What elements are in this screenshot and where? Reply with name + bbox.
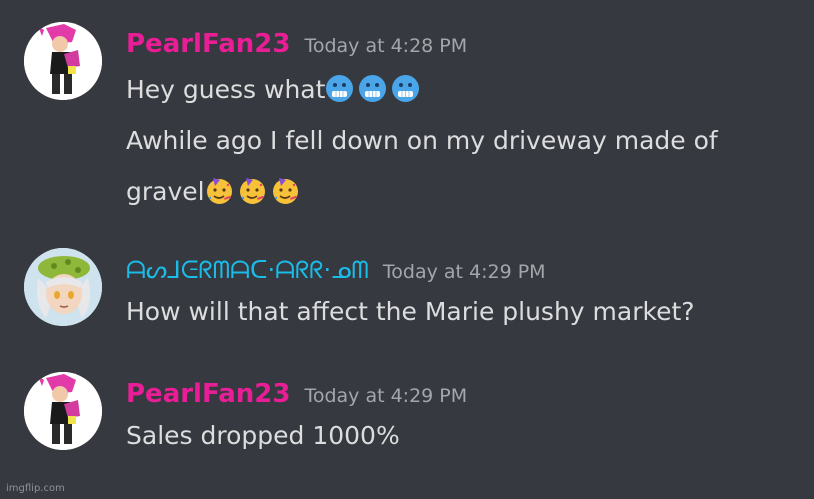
message-line: Awhile ago I fell down on my driveway ma… xyxy=(126,125,718,157)
user-avatar-marie[interactable] xyxy=(24,248,102,326)
cold-face-emoji xyxy=(358,74,387,103)
message-line: gravel xyxy=(126,176,304,208)
username[interactable]: ᗩᔕ⅃ᕮᖇᗰᗩᑕ·ᗩᖇᖇ·ᓄᗰ xyxy=(126,254,369,286)
partying-face-emoji xyxy=(205,176,234,205)
message-text: Awhile ago I fell down on my driveway ma… xyxy=(126,126,718,155)
message-header: ᗩᔕ⅃ᕮᖇᗰᗩᑕ·ᗩᖇᖇ·ᓄᗰ Today at 4:29 PM xyxy=(126,254,546,288)
user-avatar-pearlfan23[interactable] xyxy=(24,372,102,450)
message-text: How will that affect the Marie plushy ma… xyxy=(126,297,695,326)
timestamp: Today at 4:29 PM xyxy=(304,385,468,407)
username[interactable]: PearlFan23 xyxy=(126,378,290,410)
message-line: Sales dropped 1000% xyxy=(126,420,400,452)
timestamp: Today at 4:28 PM xyxy=(304,35,468,57)
message-line: How will that affect the Marie plushy ma… xyxy=(126,296,695,328)
message-header: PearlFan23 Today at 4:29 PM xyxy=(126,378,467,412)
partying-face-emoji xyxy=(238,176,267,205)
chat-messages: PearlFan23 Today at 4:28 PM Hey guess wh… xyxy=(0,0,814,499)
message-text: Sales dropped 1000% xyxy=(126,421,400,450)
message-text: gravel xyxy=(126,177,205,206)
partying-face-emoji xyxy=(271,176,300,205)
watermark: imgflip.com xyxy=(6,483,65,494)
cold-face-emoji xyxy=(391,74,420,103)
cold-face-emoji xyxy=(325,74,354,103)
username[interactable]: PearlFan23 xyxy=(126,28,290,60)
message-line: Hey guess what xyxy=(126,74,424,106)
user-avatar-pearlfan23[interactable] xyxy=(24,22,102,100)
message-header: PearlFan23 Today at 4:28 PM xyxy=(126,28,467,62)
timestamp: Today at 4:29 PM xyxy=(382,261,546,283)
message-text: Hey guess what xyxy=(126,75,326,104)
